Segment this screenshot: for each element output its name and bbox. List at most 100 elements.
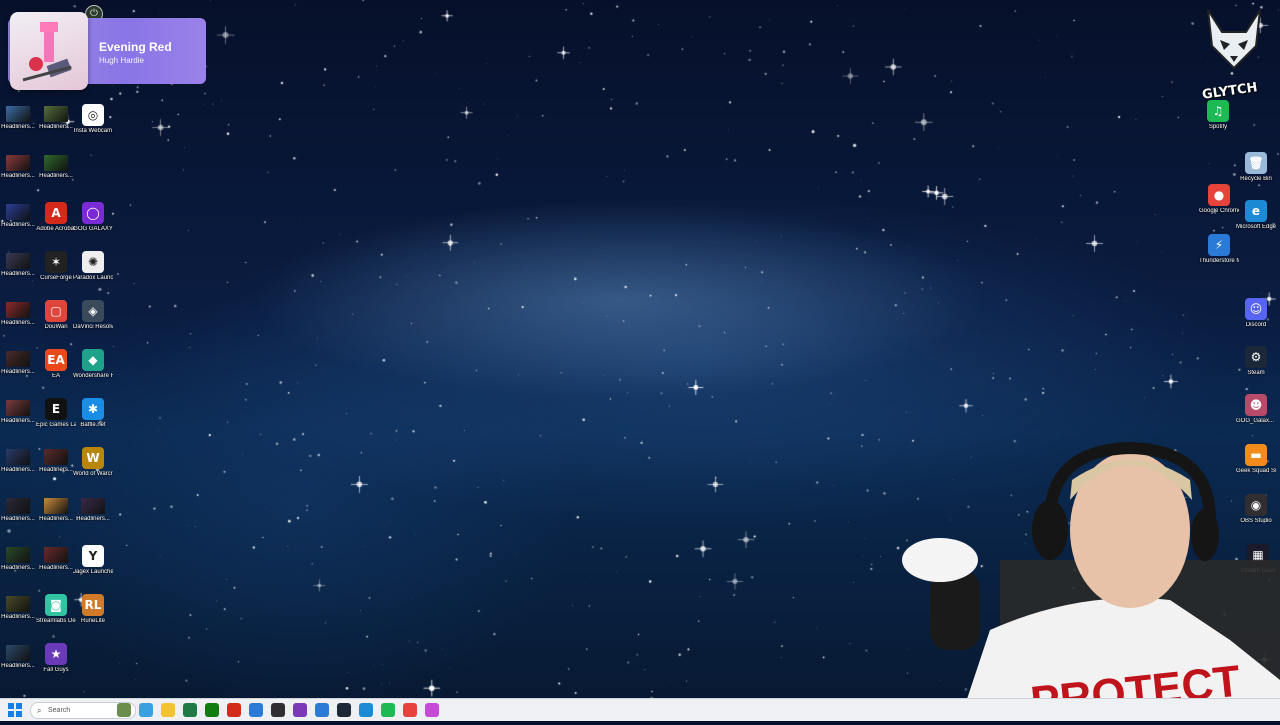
desktop-icon[interactable]: Y Jagex Launcher xyxy=(73,545,113,576)
desktop-icon[interactable]: Headliners... xyxy=(73,496,113,523)
desktop-icon[interactable]: Headliners... xyxy=(36,545,76,572)
desktop-icon-label: Headliners... xyxy=(1,124,35,130)
desktop-icon[interactable]: W World of Warcraft xyxy=(73,447,113,478)
edge-icon[interactable] xyxy=(359,703,373,717)
desktop-icon[interactable]: EA EA xyxy=(36,349,76,380)
desktop-icon-label: Headliners... xyxy=(39,467,73,473)
desktop-icon[interactable]: Headliners... xyxy=(0,349,38,376)
chrome-icon[interactable] xyxy=(403,703,417,717)
file-thumbnail-icon xyxy=(44,498,68,514)
desktop-icon[interactable]: RL RuneLite xyxy=(73,594,113,625)
desktop-icon[interactable]: Headliners... xyxy=(0,104,38,131)
now-playing-widget[interactable]: Evening Red Hugh Hardie xyxy=(8,12,206,90)
desktop-icon-label: Discord xyxy=(1245,322,1267,328)
desktop-icon[interactable]: ◯ GOG GALAXY xyxy=(73,202,113,233)
desktop-icon[interactable]: Headliners... xyxy=(0,398,38,425)
taskbar: ⌕ Search xyxy=(0,698,1280,721)
desktop-icon-label: World of Warcraft xyxy=(73,471,113,477)
file-explorer-icon[interactable] xyxy=(161,703,175,717)
desktop-icon[interactable]: Headliners... xyxy=(36,153,76,180)
desktop-icon[interactable]: ✶ CurseForge xyxy=(36,251,76,282)
app-icon: ☻ xyxy=(1245,394,1267,416)
desktop-icon[interactable]: ⚙ Steam xyxy=(1236,346,1276,377)
desktop-icon[interactable]: Headliners... xyxy=(0,202,38,229)
app-icon: A xyxy=(45,202,67,224)
file-thumbnail-icon xyxy=(44,106,68,122)
desktop-icon[interactable]: Headliners... xyxy=(0,251,38,278)
desktop-icon[interactable]: E Epic Games Launcher xyxy=(36,398,76,429)
desktop-icon[interactable]: Headliners... xyxy=(36,496,76,523)
desktop-icon-label: Headliners... xyxy=(1,173,35,179)
file-thumbnail-icon xyxy=(6,645,30,661)
desktop-icon[interactable]: ◎ Insta Webcam xyxy=(73,104,113,135)
desktop-icon-label: Headliners... xyxy=(1,565,35,571)
desktop-icon-label: EA xyxy=(51,373,60,379)
streamlabs-icon[interactable] xyxy=(425,703,439,717)
app-icon: ⚡ xyxy=(1208,234,1230,256)
desktop-icon[interactable]: ✱ Battle.net xyxy=(73,398,113,429)
desktop-icon-label: Insta Webcam xyxy=(73,128,113,134)
desktop-icon-label: Headliners... xyxy=(39,173,73,179)
app-icon: ✶ xyxy=(45,251,67,273)
app-icon: ● xyxy=(1208,184,1230,206)
desktop-icon[interactable]: ◈ DaVinci Resolve xyxy=(73,300,113,331)
store-icon[interactable] xyxy=(249,703,263,717)
desktop-icon-label: Headliners... xyxy=(39,124,73,130)
app-icon: 🗑 xyxy=(1245,152,1267,174)
start-button[interactable] xyxy=(8,703,22,717)
desktop-icon[interactable]: Headliners... xyxy=(0,496,38,523)
desktop-icon[interactable]: Headliners... xyxy=(36,104,76,131)
thunderstore-icon[interactable] xyxy=(315,703,329,717)
file-thumbnail-icon xyxy=(6,204,30,220)
acrobat-icon[interactable] xyxy=(227,703,241,717)
desktop-icon[interactable]: ☺ Discord xyxy=(1236,298,1276,329)
desktop-icon[interactable]: A Adobe Acrobat xyxy=(36,202,76,233)
desktop-icon[interactable]: ▢ DouWan xyxy=(36,300,76,331)
desktop-icon[interactable]: ⚡ Thunderstore Mod Mana... xyxy=(1199,234,1239,265)
album-art xyxy=(10,12,88,90)
steam-icon[interactable] xyxy=(337,703,351,717)
desktop-icon[interactable]: Headliners... xyxy=(0,300,38,327)
gamepad-icon[interactable] xyxy=(293,703,307,717)
file-thumbnail-icon xyxy=(6,400,30,416)
desktop-icon[interactable]: ✺ Paradox Launcher v2 xyxy=(73,251,113,282)
desktop-icon-label: Thunderstore Mod Mana... xyxy=(1199,258,1239,264)
desktop-icon[interactable]: ☻ GOG_Galax... - Shortcut xyxy=(1236,394,1276,425)
desktop-icon-label: Headliners... xyxy=(1,369,35,375)
app-icon: ◆ xyxy=(82,349,104,371)
obs-icon[interactable] xyxy=(271,703,285,717)
file-thumbnail-icon xyxy=(6,596,30,612)
desktop-icon[interactable]: Headliners... xyxy=(36,447,76,474)
app-icon: ✺ xyxy=(82,251,104,273)
desktop-icon-label: Steam xyxy=(1247,370,1265,376)
desktop-icon[interactable]: ◆ Wondershare Filmora 14 xyxy=(73,349,113,380)
webcam-overlay: PROTECT xyxy=(900,440,1280,725)
file-thumbnail-icon xyxy=(44,449,68,465)
spotify-icon[interactable] xyxy=(381,703,395,717)
desktop-icon[interactable]: Headliners... xyxy=(0,545,38,572)
file-thumbnail-icon xyxy=(44,547,68,563)
app-icon: ★ xyxy=(45,643,67,665)
desktop-icon-label: RuneLite xyxy=(80,618,106,624)
desktop-icon[interactable]: Headliners... xyxy=(0,447,38,474)
track-artist: Hugh Hardie xyxy=(99,56,144,65)
desktop-icon[interactable]: e Microsoft Edge xyxy=(1236,200,1276,231)
desktop-icon[interactable]: ◙ Streamlabs Desktop xyxy=(36,594,76,625)
app-icon: ◎ xyxy=(82,104,104,126)
desktop-icon[interactable]: Headliners... xyxy=(0,153,38,180)
desktop-icon[interactable]: Headliners... xyxy=(0,594,38,621)
desktop-icon-label: Headliners... xyxy=(1,516,35,522)
copilot-icon[interactable] xyxy=(139,703,153,717)
widgets-icon[interactable] xyxy=(117,703,131,717)
desktop-icon[interactable]: ● Google Chrome xyxy=(1199,184,1239,215)
desktop-icon-label: Google Chrome xyxy=(1199,208,1239,214)
xbox-icon[interactable] xyxy=(205,703,219,717)
excel-icon[interactable] xyxy=(183,703,197,717)
desktop-icon-label: CurseForge xyxy=(40,275,72,281)
desktop-icon[interactable]: 🗑 Recycle Bin xyxy=(1236,152,1276,183)
desktop-icon-label: DaVinci Resolve xyxy=(73,324,113,330)
desktop-icon[interactable]: ★ Fall Guys xyxy=(36,643,76,674)
app-icon: EA xyxy=(45,349,67,371)
file-thumbnail-icon xyxy=(6,351,30,367)
desktop-icon[interactable]: Headliners... xyxy=(0,643,38,670)
